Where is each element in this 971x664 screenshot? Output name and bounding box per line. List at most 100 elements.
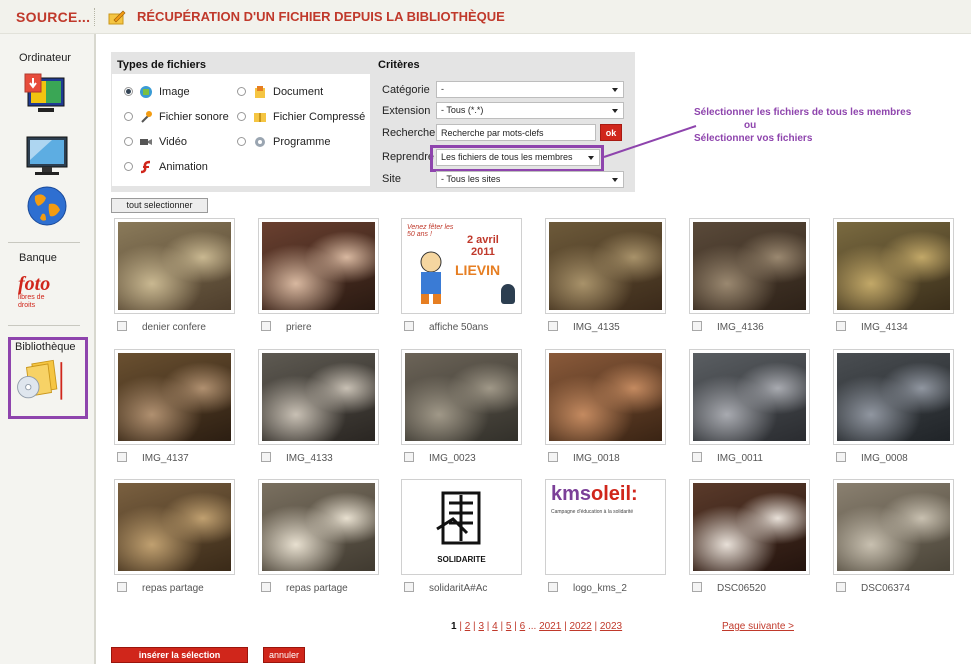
page-link-4[interactable]: 4 bbox=[492, 621, 498, 632]
search-input[interactable] bbox=[436, 124, 596, 141]
file-type-animation-label: Animation bbox=[159, 161, 208, 173]
file-type-sound[interactable]: Fichier sonore bbox=[139, 110, 229, 124]
thumbnail-checkbox[interactable] bbox=[117, 321, 127, 331]
program-gear-icon bbox=[255, 137, 265, 147]
file-type-video[interactable]: Vidéo bbox=[139, 135, 187, 149]
thumbnail-checkbox[interactable] bbox=[404, 582, 414, 592]
thumbnail-checkbox[interactable] bbox=[692, 582, 702, 592]
solidarite-logo: SOLIDARITE bbox=[405, 483, 518, 571]
page-link-5[interactable]: 5 bbox=[506, 621, 512, 632]
file-type-image[interactable]: Image bbox=[139, 85, 190, 99]
thumbnail-image[interactable] bbox=[114, 218, 235, 314]
thumbnail-image[interactable] bbox=[833, 479, 954, 575]
file-type-archive[interactable]: Fichier Compressé bbox=[253, 110, 365, 124]
thumbnail-checkbox[interactable] bbox=[117, 452, 127, 462]
thumbnail-checkbox[interactable] bbox=[261, 582, 271, 592]
thumbnail-image[interactable] bbox=[689, 479, 810, 575]
page-link-2021[interactable]: 2021 bbox=[539, 621, 561, 632]
thumbnail-image[interactable] bbox=[545, 218, 666, 314]
thumbnail-image[interactable] bbox=[689, 349, 810, 445]
radio-image[interactable] bbox=[124, 87, 133, 96]
thumbnail-image[interactable]: kmsoleil: Campagne d'éducation à la solid… bbox=[545, 479, 666, 575]
thumbnail-image[interactable] bbox=[833, 218, 954, 314]
thumbnail-image[interactable] bbox=[258, 349, 379, 445]
thumbnail-image[interactable] bbox=[545, 349, 666, 445]
cancel-button[interactable]: annuler bbox=[263, 647, 305, 663]
thumbnail-image[interactable] bbox=[114, 349, 235, 445]
thumbnail-image[interactable] bbox=[258, 218, 379, 314]
thumbnail-checkbox[interactable] bbox=[836, 582, 846, 592]
page-link-2022[interactable]: 2022 bbox=[569, 621, 591, 632]
thumbnail-image[interactable] bbox=[833, 349, 954, 445]
insert-selection-button[interactable]: insérer la sélection bbox=[111, 647, 248, 663]
page-ellipsis: ... bbox=[527, 621, 537, 632]
thumbnail-name: priere bbox=[286, 322, 312, 333]
thumbnail-checkbox[interactable] bbox=[548, 321, 558, 331]
radio-document[interactable] bbox=[237, 87, 246, 96]
kms-logo-tagline: Campagne d'éducation à la solidarité bbox=[551, 509, 634, 515]
photo-image bbox=[837, 483, 950, 571]
thumbnail-name: repas partage bbox=[286, 583, 348, 594]
thumbnail-image[interactable]: SOLIDARITE bbox=[401, 479, 522, 575]
thumbnail-image[interactable] bbox=[114, 479, 235, 575]
thumbnail-checkbox[interactable] bbox=[836, 452, 846, 462]
site-select[interactable]: - Tous les sites bbox=[436, 171, 624, 188]
page-link-3[interactable]: 3 bbox=[478, 621, 484, 632]
thumbnail-checkbox[interactable] bbox=[404, 321, 414, 331]
globe-icon[interactable] bbox=[22, 184, 72, 228]
source-menu[interactable]: SOURCE... bbox=[16, 9, 90, 25]
kms-logo-text: kmsoleil: bbox=[551, 483, 638, 505]
criteria-heading: Critères bbox=[378, 59, 420, 71]
file-type-animation[interactable]: Animation bbox=[139, 160, 208, 174]
thumbnail-checkbox[interactable] bbox=[404, 452, 414, 462]
sidebar-divider bbox=[8, 242, 80, 243]
microphone-icon bbox=[141, 111, 152, 123]
thumbnail-image[interactable]: Venez fêter les 50 ans ! 2 avril 2011 LIEVI… bbox=[401, 218, 522, 314]
extension-select[interactable]: - Tous (*.*) bbox=[436, 102, 624, 119]
computer-upload-icon[interactable] bbox=[22, 72, 72, 116]
thumbnail-checkbox[interactable] bbox=[692, 321, 702, 331]
foto-logo[interactable]: foto libres de droits bbox=[18, 274, 78, 316]
header-separator bbox=[94, 8, 95, 26]
reprendre-label: Reprendre bbox=[382, 151, 434, 163]
thumbnail-checkbox[interactable] bbox=[548, 452, 558, 462]
thumbnail-checkbox[interactable] bbox=[548, 582, 558, 592]
video-camera-icon bbox=[140, 139, 152, 145]
sidebar-item-ordinateur-label: Ordinateur bbox=[19, 52, 71, 64]
file-type-document[interactable]: Document bbox=[253, 85, 323, 99]
thumbnail-image[interactable] bbox=[401, 349, 522, 445]
thumbnail-name: denier confere bbox=[142, 322, 206, 333]
select-all-button[interactable]: tout selectionner bbox=[111, 198, 208, 213]
photo-image bbox=[262, 483, 375, 571]
thumbnail-checkbox[interactable] bbox=[117, 582, 127, 592]
monitor-icon[interactable] bbox=[22, 134, 72, 178]
radio-video[interactable] bbox=[124, 137, 133, 146]
thumbnail-checkbox[interactable] bbox=[692, 452, 702, 462]
page-link-2023[interactable]: 2023 bbox=[600, 621, 622, 632]
radio-fichier-compresse[interactable] bbox=[237, 112, 246, 121]
thumbnail-checkbox[interactable] bbox=[836, 321, 846, 331]
callout-line-3: Sélectionner vos fichiers bbox=[694, 133, 813, 144]
thumbnail-name: affiche 50ans bbox=[429, 322, 489, 333]
sidebar-item-bibliotheque-label: Bibliothèque bbox=[15, 341, 76, 353]
radio-programme[interactable] bbox=[237, 137, 246, 146]
categorie-select[interactable]: - bbox=[436, 81, 624, 98]
thumbnail-checkbox[interactable] bbox=[261, 321, 271, 331]
page-link-6[interactable]: 6 bbox=[520, 621, 526, 632]
thumbnail-image[interactable] bbox=[689, 218, 810, 314]
photo-image bbox=[837, 353, 950, 441]
file-type-program-label: Programme bbox=[273, 136, 331, 148]
radio-animation[interactable] bbox=[124, 162, 133, 171]
thumbnail-image[interactable] bbox=[258, 479, 379, 575]
thumbnail-name: IMG_0023 bbox=[429, 453, 476, 464]
page-link-2[interactable]: 2 bbox=[465, 621, 471, 632]
file-type-video-label: Vidéo bbox=[159, 136, 187, 148]
chevron-down-icon bbox=[612, 88, 618, 92]
poster-image: Venez fêter les 50 ans ! 2 avril 2011 LIEVI… bbox=[405, 222, 518, 310]
radio-fichier-sonore[interactable] bbox=[124, 112, 133, 121]
library-folder-cd-icon[interactable] bbox=[14, 358, 64, 402]
next-page-link[interactable]: Page suivante > bbox=[722, 621, 794, 632]
file-type-program[interactable]: Programme bbox=[253, 135, 330, 149]
thumbnail-checkbox[interactable] bbox=[261, 452, 271, 462]
solidarite-text: SOLIDARITE bbox=[437, 555, 486, 564]
